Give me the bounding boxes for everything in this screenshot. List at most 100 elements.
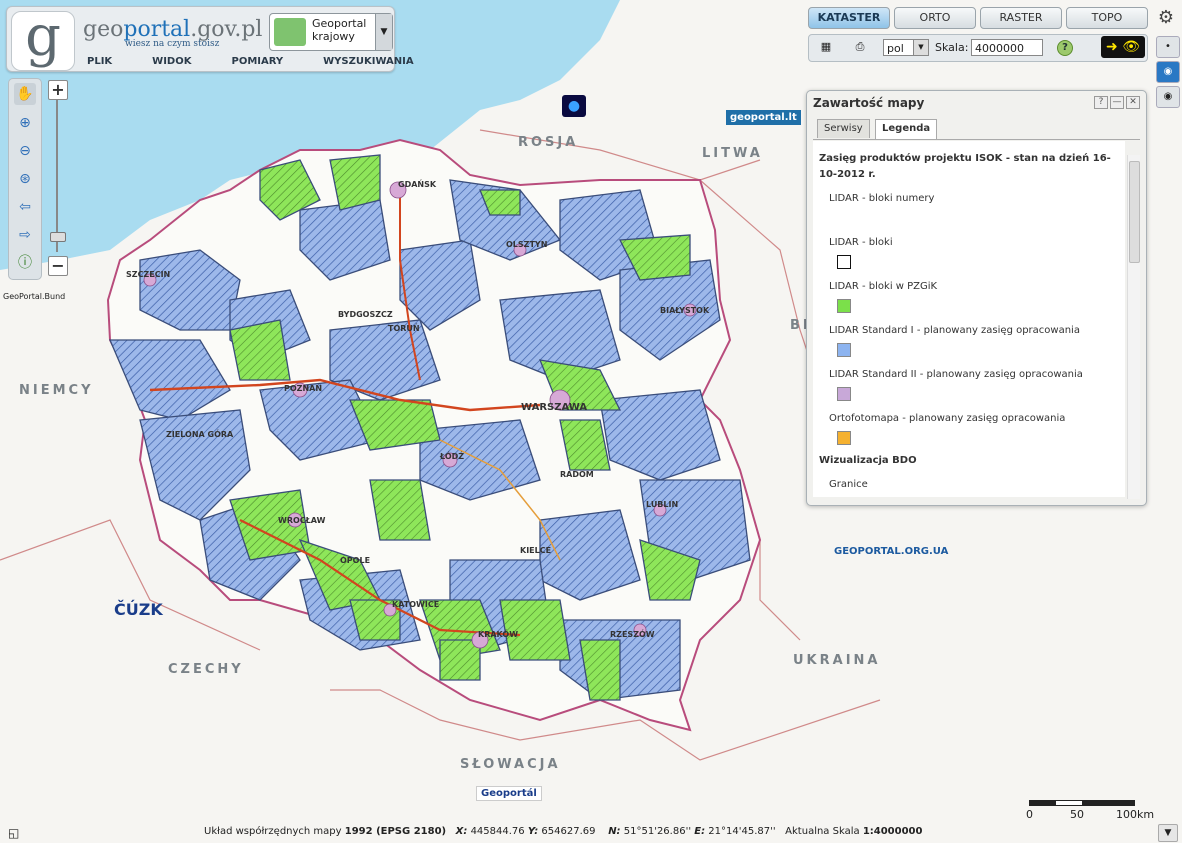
menu-wyszukiwania[interactable]: WYSZUKIWANIA: [303, 56, 433, 70]
country-label-ukraina: UKRAINA: [793, 653, 881, 668]
city-label: WROCŁAW: [278, 516, 326, 525]
print-icon[interactable]: ⎙: [853, 40, 867, 54]
zoom-out-icon[interactable]: ⊖: [14, 140, 36, 162]
scale-label: Skala:: [935, 41, 969, 54]
cuzk-logo[interactable]: ČÚZK: [114, 600, 163, 619]
menu-plik[interactable]: PLIK: [67, 56, 132, 70]
city-label: SZCZECIN: [126, 270, 171, 279]
legend-body: Zasięg produktów projektu ISOK - stan na…: [813, 141, 1125, 497]
city-label: TORUŃ: [388, 324, 420, 333]
legend-item-label: LIDAR - bloki w PZGiK: [829, 281, 938, 292]
eu-globe-icon[interactable]: ●: [562, 95, 586, 117]
collapse-icon[interactable]: ◱: [8, 826, 19, 840]
status-coordinates: Układ współrzędnych mapy 1992 (EPSG 2180…: [204, 826, 923, 837]
tab-legenda[interactable]: Legenda: [875, 119, 938, 139]
panel-title: Zawartość mapy: [813, 96, 925, 110]
country-label-litwa: LITWA: [702, 146, 763, 161]
chevron-down-icon[interactable]: ▼: [375, 14, 392, 50]
eye-dark-icon[interactable]: ◉: [1156, 86, 1180, 108]
geoportal-org-ua-logo[interactable]: GEOPORTAL.ORG.UA: [834, 546, 948, 557]
tab-orto[interactable]: ORTO: [894, 7, 976, 29]
forward-arrow-icon[interactable]: ⇨: [14, 224, 36, 246]
tab-kataster[interactable]: KATASTER: [808, 7, 890, 29]
legend-swatch-hatch: [837, 255, 851, 269]
menu-widok[interactable]: WIDOK: [132, 56, 211, 70]
eye-icon[interactable]: ◉: [1156, 61, 1180, 83]
city-label: RADOM: [560, 470, 594, 479]
legend-swatch-blue: [837, 343, 851, 357]
scale-tick: 50: [1070, 808, 1084, 821]
city-label: KATOWICE: [392, 600, 440, 609]
zoom-slider: + −: [48, 78, 68, 278]
help-icon[interactable]: ?: [1094, 96, 1108, 109]
zoom-track[interactable]: [56, 100, 58, 252]
legend-item-label: Ortofotomapa - planowany zasięg opracowa…: [829, 413, 1066, 424]
country-label-niemcy: NIEMCY: [19, 383, 94, 398]
minimize-icon[interactable]: —: [1110, 96, 1124, 109]
legend-swatch-green: [837, 299, 851, 313]
city-label: BYDGOSZCZ: [338, 310, 393, 319]
geoportal-sk-logo[interactable]: Geoportál: [476, 786, 542, 801]
tab-serwisy[interactable]: Serwisy: [817, 119, 870, 138]
scale-input[interactable]: 4000000: [971, 39, 1043, 56]
side-buttons: • ◉ ◉: [1156, 36, 1180, 111]
header-panel: g geoportal.gov.pl wiesz na czym stoisz …: [6, 6, 414, 72]
city-label: OLSZTYN: [506, 240, 548, 249]
map-content-panel: Zawartość mapy ? — ✕ Serwisy Legenda Zasię…: [806, 90, 1147, 506]
main-menu: PLIK WIDOK POMIARY WYSZUKIWANIA: [67, 56, 434, 70]
grid-icon[interactable]: ▦: [819, 40, 833, 54]
tab-raster[interactable]: RASTER: [980, 7, 1062, 29]
poland-thumbnail-icon: [274, 18, 306, 46]
zoom-minus-button[interactable]: −: [48, 256, 68, 276]
chevron-down-icon[interactable]: ▼: [1158, 824, 1178, 842]
legend-swatch-orange: [837, 431, 851, 445]
scale-tick: 0: [1026, 808, 1033, 821]
zoom-plus-button[interactable]: +: [48, 80, 68, 100]
city-label: WARSZAWA: [521, 402, 588, 413]
navigation-tools: ✋ ⊕ ⊖ ⊛ ⇦ ⇨ ⓘ + −: [6, 78, 70, 280]
city-label: ŁÓDŹ: [440, 452, 465, 461]
legend-swatch: [851, 211, 865, 225]
scale-bar-graphic: [1029, 800, 1135, 806]
eye-toggle-icon[interactable]: ➜ 👁: [1101, 36, 1145, 58]
zoom-in-icon[interactable]: ⊕: [14, 112, 36, 134]
map-toolbar: ▦ ⎙ pol ▼ Skala: 4000000 ? ➜ 👁: [808, 34, 1148, 62]
menu-pomiary[interactable]: POMIARY: [211, 56, 303, 70]
zoom-extent-icon[interactable]: ⊛: [14, 168, 36, 190]
portal-select[interactable]: Geoportal krajowy ▼: [269, 13, 393, 51]
country-label-czechy: CZECHY: [168, 662, 244, 677]
scale-tick: 100km: [1116, 808, 1155, 821]
city-label: GDAŃSK: [398, 180, 437, 189]
tab-topo[interactable]: TOPO: [1066, 7, 1148, 29]
legend-item-label: LIDAR - bloki: [829, 237, 893, 248]
city-label: BIAŁYSTOK: [660, 306, 710, 315]
legend-item-label: Granice: [829, 479, 868, 490]
city-label: KIELCE: [520, 546, 552, 555]
back-arrow-icon[interactable]: ⇦: [14, 196, 36, 218]
nav-toolbar: ✋ ⊕ ⊖ ⊛ ⇦ ⇨ ⓘ: [8, 78, 42, 280]
map-type-tabs: KATASTER ORTO RASTER TOPO: [808, 7, 1148, 29]
panel-tabs: Serwisy Legenda: [813, 117, 1140, 140]
dot-icon[interactable]: •: [1156, 36, 1180, 58]
gear-icon[interactable]: ⚙: [1156, 8, 1176, 28]
legend-item-label: LIDAR Standard II - planowany zasięg opr…: [829, 369, 1083, 380]
geoportal-bund-logo[interactable]: GeoPortal.Bund: [3, 292, 65, 301]
city-label: POZNAŃ: [284, 384, 323, 393]
close-icon[interactable]: ✕: [1126, 96, 1140, 109]
legend-scrollbar[interactable]: [1127, 155, 1140, 499]
legend-heading: Zasięg produktów projektu ISOK - stan na…: [819, 153, 1111, 180]
panel-controls: ? — ✕: [1092, 96, 1140, 109]
info-icon[interactable]: ⓘ: [14, 252, 36, 274]
legend-section-heading: Wizualizacja BDO: [819, 455, 917, 466]
country-label-rosja: ROSJA: [518, 135, 579, 150]
geoportal-logo[interactable]: g: [11, 9, 75, 71]
help-icon[interactable]: ?: [1057, 40, 1073, 56]
zoom-slider-handle[interactable]: [50, 232, 66, 242]
tagline: wiesz na czym stoisz: [125, 39, 220, 49]
scrollbar-thumb[interactable]: [1129, 161, 1140, 263]
language-select[interactable]: pol ▼: [883, 39, 929, 56]
geoportal-lt-logo[interactable]: geoportal.lt: [726, 110, 801, 125]
pan-hand-icon[interactable]: ✋: [14, 83, 36, 105]
city-label: ZIELONA GÓRA: [166, 430, 234, 439]
chevron-down-icon[interactable]: ▼: [913, 40, 928, 55]
